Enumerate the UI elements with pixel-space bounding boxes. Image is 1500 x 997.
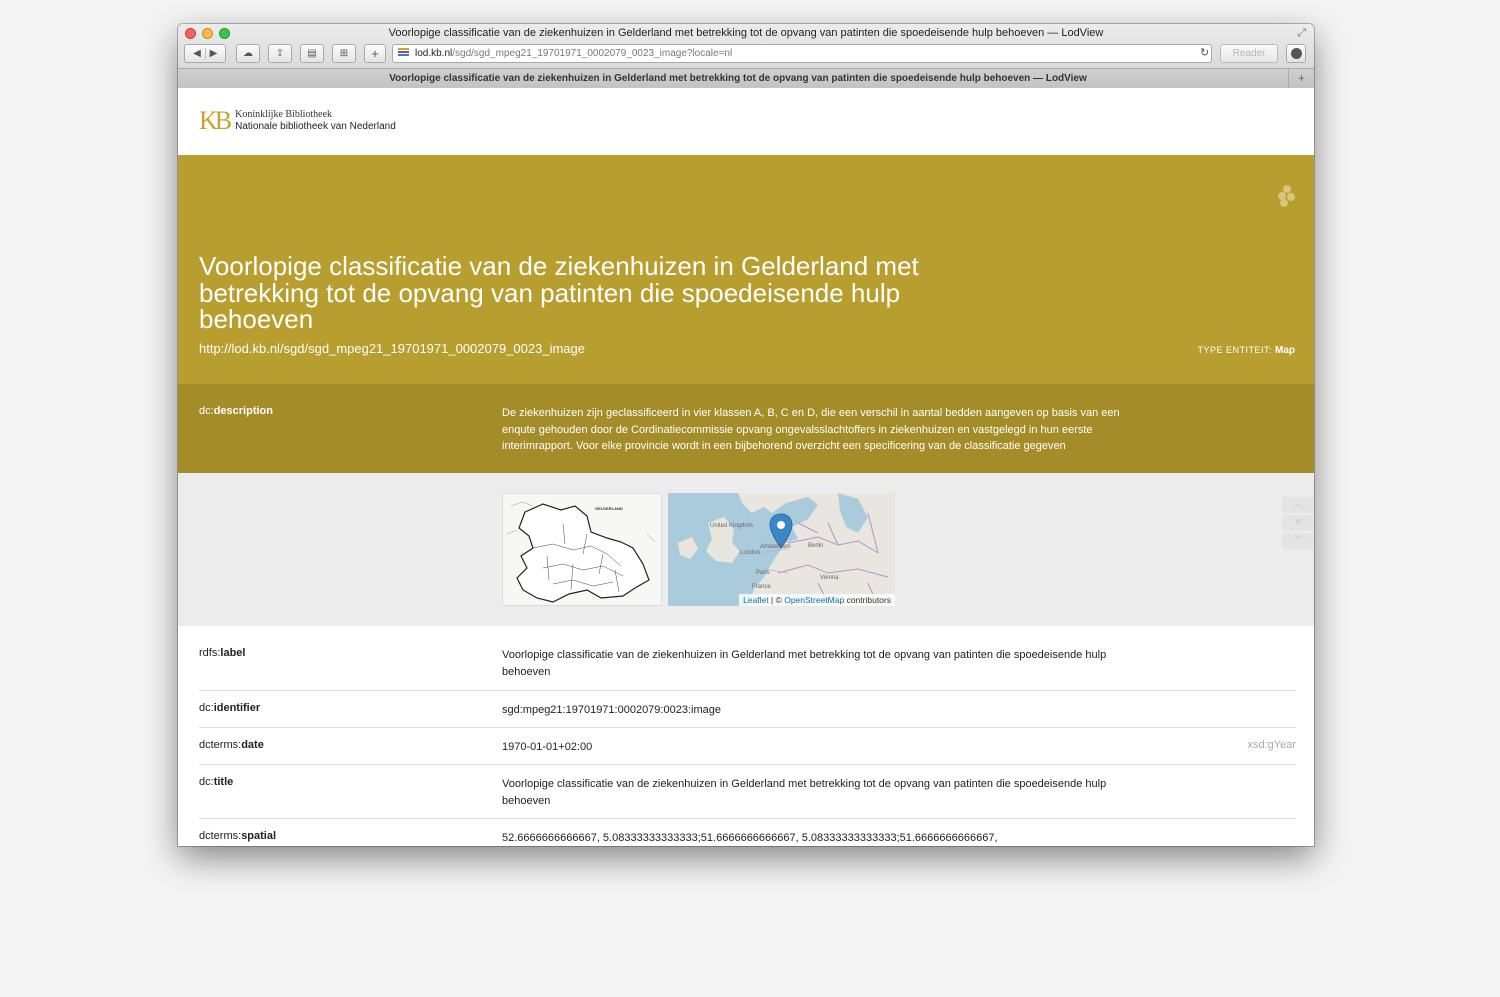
media-section: GELDERLAND United Kingdom London Amsterd… [178, 473, 1314, 626]
description-value: De ziekenhuizen zijn geclassificeerd in … [502, 407, 1120, 452]
add-bookmark-button[interactable]: + [364, 44, 386, 63]
map-label-london: London [740, 550, 761, 556]
scroll-down-icon[interactable]: ﹀ [1282, 533, 1314, 549]
site-header: KB Koninklijke Bibliotheek Nationale bib… [178, 89, 1314, 155]
map-label-paris: Paris [756, 570, 770, 576]
entity-type-label: TYPE ENTITEIT: [1197, 345, 1272, 355]
fullscreen-icon[interactable]: ⤢ [1297, 27, 1306, 40]
property-key[interactable]: dcterms:spatial [199, 830, 276, 842]
cloud-icon: ☁ [243, 48, 253, 59]
map-attribution: Leaflet | © OpenStreetMap contributors [739, 594, 895, 606]
property-value: sgd:mpeg21:19701971:0002079:0023:image [502, 704, 721, 716]
share-icon: ⇪ [275, 48, 285, 59]
property-name: description [213, 405, 273, 417]
share-button[interactable]: ⇪ [268, 44, 292, 63]
gelderland-map-drawing [506, 501, 656, 603]
reader-button[interactable]: Reader [1220, 44, 1278, 63]
map-label-vienna: Vienna [820, 575, 839, 581]
openstreetmap-link[interactable]: OpenStreetMap [784, 595, 844, 605]
property-name: spatial [241, 830, 277, 842]
scroll-up-icon[interactable]: ︿ [1282, 497, 1314, 513]
description-section: dc:description De ziekenhuizen zijn gecl… [178, 384, 1314, 473]
tab-active[interactable]: Voorlopige classificatie van de ziekenhu… [186, 69, 1290, 88]
grid-icon: ⊞ [339, 48, 349, 59]
property-row: dcterms:spatial 52.6666666666667, 5.0833… [199, 819, 1296, 846]
property-name: label [220, 647, 246, 659]
property-prefix: dc: [199, 405, 214, 417]
url-path: /sgd/sgd_mpeg21_19701971_0002079_0023_im… [452, 48, 733, 59]
kb-logo-mark: KB [199, 106, 232, 135]
property-prefix: dcterms: [199, 830, 242, 842]
property-value: Voorlopige classificatie van de ziekenhu… [502, 649, 1107, 678]
site-favicon-icon [398, 48, 409, 59]
description-property[interactable]: dc:description [199, 405, 273, 417]
browser-window: Voorlopige classificatie van de ziekenhu… [178, 24, 1314, 846]
property-key[interactable]: dc:identifier [199, 702, 260, 714]
url-host: lod.kb.nl [415, 48, 453, 59]
page-title: Voorlopige classificatie van de ziekenhu… [199, 251, 919, 334]
map-label-france: France [752, 584, 771, 590]
property-row: dcterms:date 1970-01-01+02:00 xsd:gYear [199, 728, 1296, 765]
downloads-button[interactable] [1286, 44, 1306, 63]
resource-uri-link[interactable]: http://lod.kb.nl/sgd/sgd_mpeg21_19701971… [199, 341, 585, 356]
forward-arrow-icon[interactable]: ▶ [205, 48, 221, 59]
property-value: 52.6666666666667, 5.08333333333333;51.66… [502, 832, 998, 844]
window-title: Voorlopige classificatie van de ziekenhu… [388, 27, 1104, 39]
tab-bar: Voorlopige classificatie van de ziekenhu… [178, 68, 1314, 88]
attribution-tail: contributors [844, 595, 891, 605]
bookmarks-icon: ▤ [307, 48, 317, 59]
back-forward-buttons: ◀ ▶ [184, 44, 226, 63]
property-name: title [213, 776, 234, 788]
property-name: identifier [213, 702, 261, 714]
attribution-separator: | © [768, 595, 785, 605]
property-prefix: dc: [199, 776, 214, 788]
property-name: date [241, 739, 264, 751]
new-tab-button[interactable]: + [1288, 69, 1314, 88]
property-value: 1970-01-01+02:00 [502, 741, 593, 753]
browser-chrome: Voorlopige classificatie van de ziekenhu… [178, 24, 1314, 88]
top-sites-button[interactable]: ⊞ [332, 44, 356, 63]
property-key[interactable]: rdfs:label [199, 647, 245, 659]
lodview-menu-icon[interactable] [1278, 185, 1296, 207]
property-row: dc:identifier sgd:mpeg21:19701971:000207… [199, 691, 1296, 728]
property-value: Voorlopige classificatie van de ziekenhu… [502, 778, 1107, 807]
sidebar-button[interactable]: ▤ [300, 44, 324, 63]
map-label-berlin: Berlin [808, 543, 824, 549]
kb-logo-text: Koninklijke Bibliotheek Nationale biblio… [235, 109, 396, 133]
logo-line-1: Koninklijke Bibliotheek [235, 109, 333, 120]
property-key[interactable]: dc:title [199, 776, 233, 788]
browser-toolbar: ◀ ▶ ☁ ⇪ ▤ ⊞ + lod.kb.nl/sgd/sgd_mpeg21_19… [184, 44, 1308, 66]
download-icon [1291, 48, 1302, 59]
datatype-label[interactable]: xsd:gYear [1247, 739, 1296, 751]
property-row: rdfs:label Voorlopige classificatie van … [199, 626, 1296, 691]
property-row: dc:title Voorlopige classificatie van de… [199, 765, 1296, 819]
entity-type-value[interactable]: Map [1275, 345, 1295, 356]
scroll-top-icon[interactable]: ✕ [1282, 515, 1314, 531]
map-image-thumbnail[interactable]: GELDERLAND [502, 493, 662, 606]
location-map[interactable]: United Kingdom London Amsterdam Berlin P… [668, 493, 895, 606]
map-label-amsterdam: Amsterdam [760, 544, 791, 550]
map-thumbnail-label: GELDERLAND [595, 506, 623, 511]
property-list: rdfs:label Voorlopige classificatie van … [178, 626, 1314, 846]
page-content: KB Koninklijke Bibliotheek Nationale bib… [178, 89, 1314, 846]
property-prefix: rdfs: [199, 647, 221, 659]
reload-icon[interactable]: ↻ [1200, 46, 1209, 59]
map-label-uk: United Kingdom [710, 523, 753, 529]
property-prefix: dcterms: [199, 739, 242, 751]
logo-line-2: Nationale bibliotheek van Nederland [235, 121, 396, 132]
property-prefix: dc: [199, 702, 214, 714]
entity-type: TYPE ENTITEIT: Map [1197, 345, 1295, 356]
resource-hero: Voorlopige classificatie van de ziekenhu… [178, 155, 1314, 384]
leaflet-link[interactable]: Leaflet [743, 595, 769, 605]
icloud-tabs-button[interactable]: ☁ [236, 44, 260, 63]
address-bar[interactable]: lod.kb.nl/sgd/sgd_mpeg21_19701971_000207… [392, 44, 1212, 63]
kb-logo[interactable]: KB Koninklijke Bibliotheek Nationale bib… [199, 106, 396, 135]
property-key[interactable]: dcterms:date [199, 739, 264, 751]
page-scroll-nav: ︿ ✕ ﹀ [1282, 497, 1314, 551]
back-arrow-icon[interactable]: ◀ [189, 48, 205, 59]
